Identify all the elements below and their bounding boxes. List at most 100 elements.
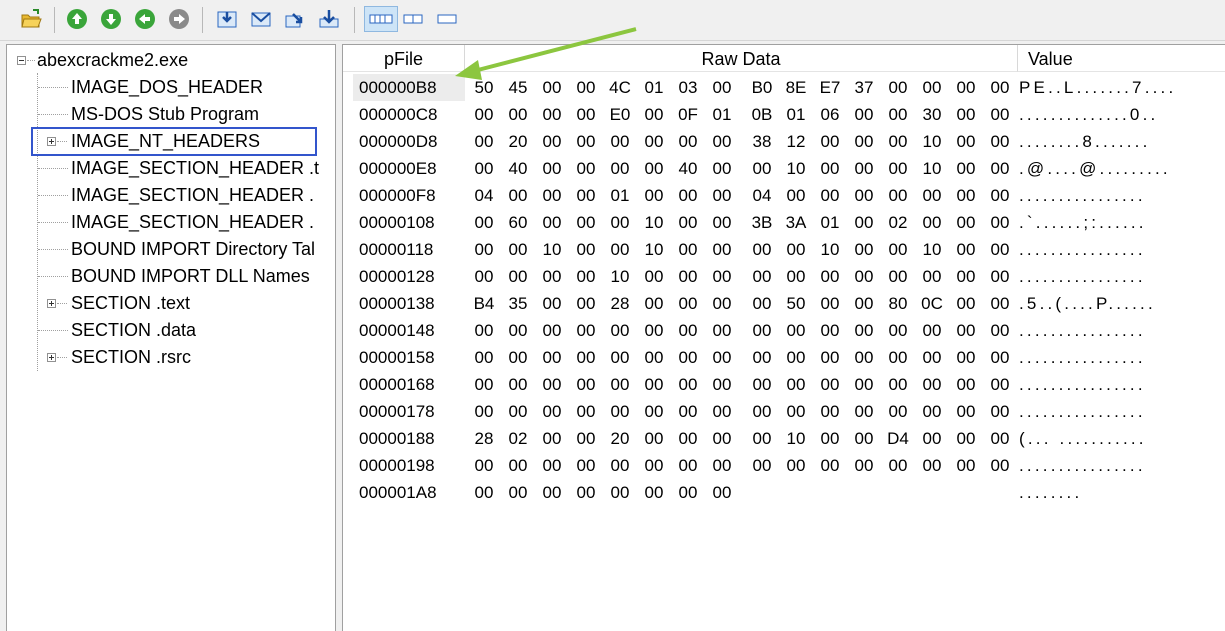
table-row[interactable]: 00000138 B4 35 00 00 28 00 00 00 00 50 00 00 80 0C 00 00… — [343, 290, 1225, 317]
arrow-right-circle-icon[interactable] — [168, 8, 190, 30]
hex-byte[interactable]: 00 — [673, 425, 703, 452]
hex-byte[interactable]: 00 — [639, 479, 669, 506]
hex-byte[interactable]: 00 — [815, 452, 845, 479]
table-row[interactable]: 00000178 00 00 00 00 00 00 00 00 00 00 00 00 00 00 00 00… — [343, 398, 1225, 425]
hex-byte[interactable]: 0B — [747, 101, 777, 128]
hex-byte[interactable]: 28 — [605, 290, 635, 317]
hex-byte[interactable]: 00 — [469, 128, 499, 155]
import-icon[interactable] — [216, 8, 238, 30]
hex-byte[interactable]: 00 — [707, 128, 737, 155]
hex-byte[interactable]: 00 — [673, 128, 703, 155]
hex-byte[interactable]: 00 — [503, 371, 533, 398]
hex-byte[interactable]: 00 — [605, 452, 635, 479]
tree-item[interactable]: BOUND IMPORT DLL Names — [7, 263, 335, 290]
hex-byte[interactable]: 00 — [571, 398, 601, 425]
arrow-left-circle-icon[interactable] — [134, 8, 156, 30]
hex-byte[interactable]: 01 — [639, 74, 669, 101]
hex-byte[interactable]: 00 — [469, 209, 499, 236]
hex-byte[interactable]: 00 — [469, 155, 499, 182]
hex-byte[interactable]: 00 — [849, 236, 879, 263]
hex-byte[interactable]: 00 — [985, 74, 1015, 101]
hex-byte[interactable]: 00 — [883, 371, 913, 398]
column-header-pfile[interactable]: pFile — [343, 45, 465, 72]
hex-byte[interactable]: 00 — [571, 155, 601, 182]
tree-item[interactable]: SECTION .data — [7, 317, 335, 344]
hex-byte[interactable]: 00 — [951, 182, 981, 209]
hex-byte[interactable]: 00 — [849, 344, 879, 371]
hex-byte[interactable]: 01 — [707, 101, 737, 128]
hex-byte[interactable]: 10 — [537, 236, 567, 263]
hex-byte[interactable]: 00 — [917, 317, 947, 344]
table-row[interactable]: 00000168 00 00 00 00 00 00 00 00 00 00 00 00 00 00 00 00… — [343, 371, 1225, 398]
hex-byte[interactable]: 10 — [781, 155, 811, 182]
hex-byte[interactable]: 00 — [781, 263, 811, 290]
hex-byte[interactable]: 00 — [673, 317, 703, 344]
hex-byte[interactable]: 00 — [537, 398, 567, 425]
hex-byte[interactable]: 01 — [605, 182, 635, 209]
hex-byte[interactable]: 10 — [605, 263, 635, 290]
hex-byte[interactable]: 00 — [747, 236, 777, 263]
hex-byte[interactable]: 00 — [605, 317, 635, 344]
hex-byte[interactable]: 00 — [571, 317, 601, 344]
hex-byte[interactable]: 00 — [639, 263, 669, 290]
arrow-down-circle-icon[interactable] — [100, 8, 122, 30]
hex-byte[interactable]: 00 — [951, 128, 981, 155]
hex-byte[interactable]: 00 — [985, 236, 1015, 263]
hex-byte[interactable]: 00 — [849, 155, 879, 182]
hex-byte[interactable]: 00 — [815, 290, 845, 317]
hex-byte[interactable]: 00 — [537, 74, 567, 101]
hex-byte[interactable]: 00 — [571, 452, 601, 479]
hex-byte[interactable]: 00 — [917, 425, 947, 452]
table-row[interactable]: 00000148 00 00 00 00 00 00 00 00 00 00 00 00 00 00 00 00… — [343, 317, 1225, 344]
hex-byte[interactable]: 00 — [503, 344, 533, 371]
hex-byte[interactable]: 00 — [883, 398, 913, 425]
hex-byte[interactable]: 10 — [639, 209, 669, 236]
hex-byte[interactable]: 00 — [605, 398, 635, 425]
hex-byte[interactable]: 00 — [747, 371, 777, 398]
hex-byte[interactable]: 00 — [849, 398, 879, 425]
tree-item[interactable]: IMAGE_SECTION_HEADER .t — [7, 155, 335, 182]
hex-byte[interactable]: 10 — [639, 236, 669, 263]
expand-icon[interactable] — [47, 353, 56, 362]
hex-byte[interactable]: 00 — [469, 452, 499, 479]
hex-byte[interactable]: 00 — [537, 263, 567, 290]
hex-byte[interactable]: 00 — [707, 74, 737, 101]
hex-byte[interactable]: 06 — [815, 101, 845, 128]
hex-grid[interactable]: pFile Raw Data Value 000000B8 50 45 00 00 4C 0… — [342, 44, 1225, 631]
hex-byte[interactable]: 00 — [985, 344, 1015, 371]
hex-byte[interactable]: 00 — [781, 317, 811, 344]
hex-byte[interactable]: 00 — [605, 479, 635, 506]
hex-byte[interactable]: 00 — [469, 371, 499, 398]
hex-byte[interactable]: 00 — [537, 371, 567, 398]
layout-medium-icon[interactable] — [402, 8, 424, 30]
hex-byte[interactable]: 00 — [571, 182, 601, 209]
hex-byte[interactable]: 00 — [883, 182, 913, 209]
hex-byte[interactable]: 00 — [985, 452, 1015, 479]
hex-byte[interactable]: 35 — [503, 290, 533, 317]
hex-byte[interactable]: 00 — [815, 371, 845, 398]
table-row[interactable]: 000000F8 04 00 00 00 01 00 00 00 04 00 00 00 00 00 00 00… — [343, 182, 1225, 209]
hex-byte[interactable]: 00 — [883, 128, 913, 155]
hex-byte[interactable]: 00 — [849, 290, 879, 317]
hex-byte[interactable]: 00 — [571, 101, 601, 128]
hex-byte[interactable]: 40 — [673, 155, 703, 182]
hex-byte[interactable]: 00 — [571, 128, 601, 155]
hex-byte[interactable]: 00 — [951, 209, 981, 236]
hex-byte[interactable]: 00 — [707, 371, 737, 398]
hex-byte[interactable]: 00 — [707, 263, 737, 290]
hex-byte[interactable]: 01 — [781, 101, 811, 128]
hex-byte[interactable]: 00 — [503, 317, 533, 344]
expand-icon[interactable] — [47, 299, 56, 308]
hex-byte[interactable]: 00 — [985, 182, 1015, 209]
hex-byte[interactable]: 0F — [673, 101, 703, 128]
hex-byte[interactable]: 00 — [469, 479, 499, 506]
hex-byte[interactable]: 00 — [747, 425, 777, 452]
table-row[interactable]: 00000198 00 00 00 00 00 00 00 00 00 00 00 00 00 00 00 00… — [343, 452, 1225, 479]
hex-byte[interactable]: 28 — [469, 425, 499, 452]
hex-byte[interactable]: 00 — [673, 371, 703, 398]
hex-byte[interactable]: 00 — [537, 425, 567, 452]
hex-byte[interactable]: 00 — [537, 128, 567, 155]
table-row[interactable]: 000000C8 00 00 00 00 E0 00 0F 01 0B 01 06 00 00 30 00 00… — [343, 101, 1225, 128]
hex-byte[interactable]: 00 — [639, 290, 669, 317]
hex-byte[interactable]: D4 — [883, 425, 913, 452]
